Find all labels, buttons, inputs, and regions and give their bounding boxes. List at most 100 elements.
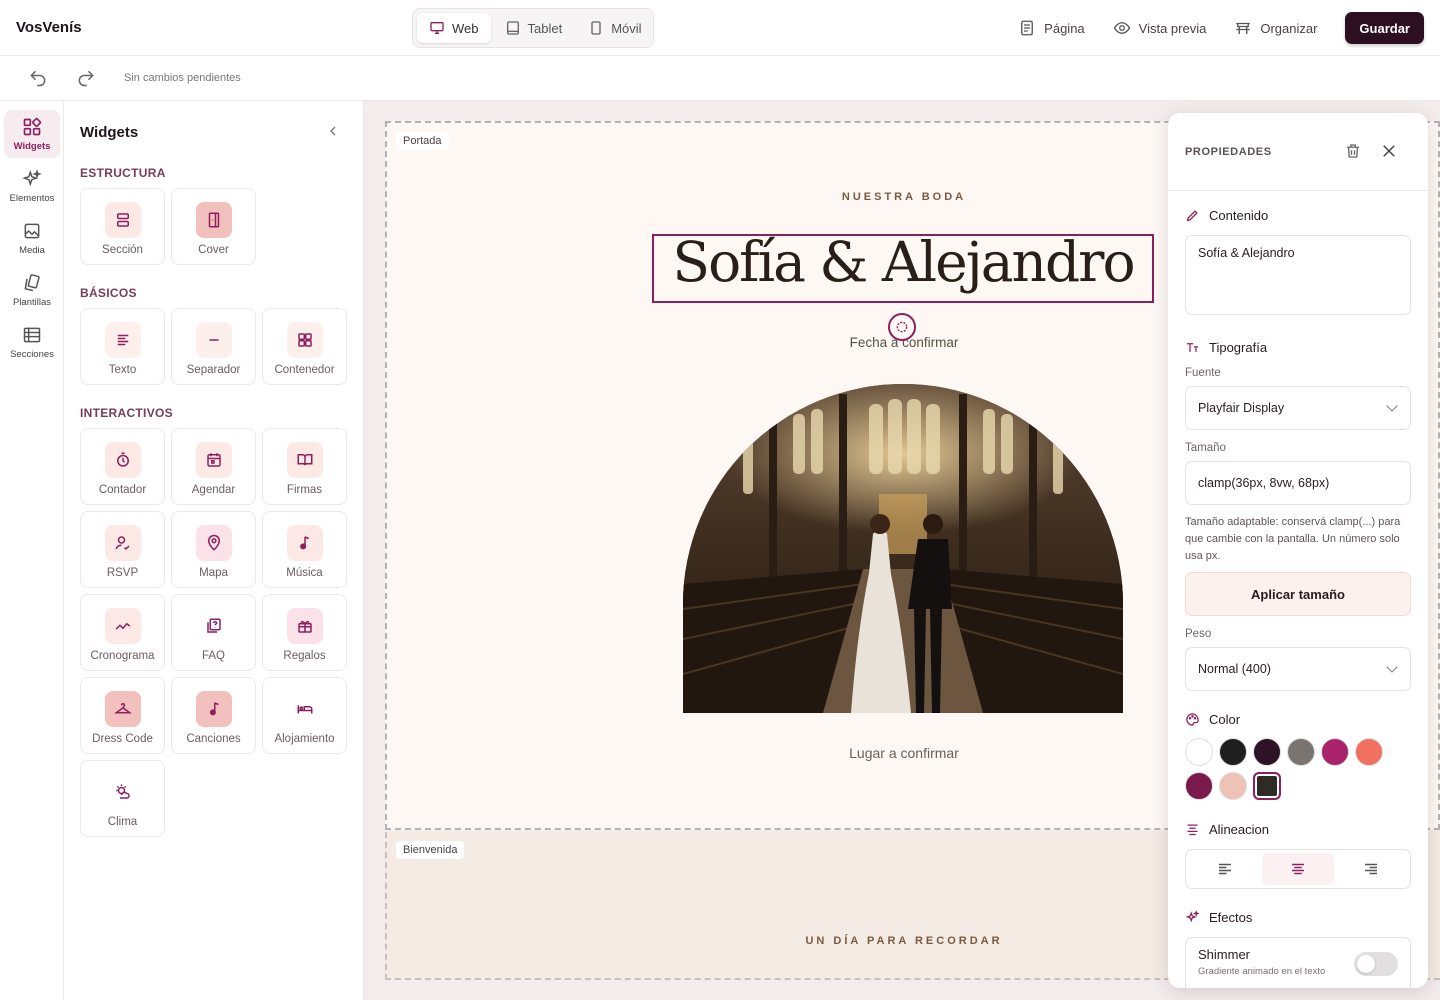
weight-value: Normal (400) xyxy=(1198,662,1271,676)
text-icon xyxy=(104,322,141,358)
font-select[interactable]: Playfair Display xyxy=(1185,386,1411,430)
content-label: Contenido xyxy=(1209,208,1269,223)
widget-mapa[interactable]: Mapa xyxy=(171,511,256,588)
widget-firmas[interactable]: Firmas xyxy=(262,428,347,505)
device-web-button[interactable]: Web xyxy=(417,13,491,43)
widget-label: Alojamiento xyxy=(274,733,335,745)
widget-clima[interactable]: Clima xyxy=(80,760,165,837)
color-swatch[interactable] xyxy=(1185,738,1213,766)
color-swatch[interactable] xyxy=(1253,738,1281,766)
section-tag-bienvenida: Bienvenida xyxy=(396,841,465,859)
device-switcher: Web Tablet Móvil xyxy=(412,8,654,48)
pencil-icon xyxy=(1186,210,1198,222)
widget-label: Cover xyxy=(198,244,229,256)
undo-button[interactable] xyxy=(28,68,48,88)
widget-agendar[interactable]: Agendar xyxy=(171,428,256,505)
align-right-button[interactable] xyxy=(1336,853,1407,885)
widget-canciones[interactable]: Canciones xyxy=(171,677,256,754)
rail-label-widgets: Widgets xyxy=(13,140,51,152)
widget-cronograma[interactable]: Cronograma xyxy=(80,594,165,671)
device-mobile-button[interactable]: Móvil xyxy=(576,13,653,43)
rail-item-plantillas[interactable]: Plantillas xyxy=(4,266,60,314)
color-swatch[interactable] xyxy=(1185,772,1213,800)
widget-musica[interactable]: Música xyxy=(262,511,347,588)
widget-label: Cronograma xyxy=(90,650,155,662)
gift-icon xyxy=(286,608,323,644)
widget-separador[interactable]: Separador xyxy=(171,308,256,385)
top-actions: Página Vista previa Organizar Guardar xyxy=(1018,12,1424,44)
color-swatch[interactable] xyxy=(1355,738,1383,766)
rotate-handle[interactable] xyxy=(888,313,916,341)
redo-icon xyxy=(78,70,94,87)
widget-regalos[interactable]: Regalos xyxy=(262,594,347,671)
left-rail: Widgets Elementos Media Plantillas Secci… xyxy=(0,101,64,1000)
color-swatch[interactable] xyxy=(1219,738,1247,766)
color-label: Color xyxy=(1209,712,1241,727)
widget-label: Firmas xyxy=(286,484,323,496)
organize-button[interactable]: Organizar xyxy=(1234,19,1317,37)
color-swatch[interactable] xyxy=(1253,772,1281,800)
widget-label: Texto xyxy=(108,364,137,376)
divider xyxy=(1168,190,1428,191)
widget-label: FAQ xyxy=(201,650,225,662)
delete-element-button[interactable] xyxy=(1344,142,1362,160)
widget-contador[interactable]: Contador xyxy=(80,428,165,505)
cover-photo[interactable] xyxy=(683,384,1123,713)
music-note-icon xyxy=(286,525,323,561)
save-button[interactable]: Guardar xyxy=(1345,12,1424,44)
color-swatch[interactable] xyxy=(1321,738,1349,766)
color-swatch[interactable] xyxy=(1287,738,1315,766)
collapse-panel-button[interactable] xyxy=(324,123,342,141)
mobile-icon xyxy=(591,21,601,35)
align-left-button[interactable] xyxy=(1189,853,1260,885)
rail-item-media[interactable]: Media xyxy=(4,214,60,262)
widget-seccion[interactable]: Sección xyxy=(80,188,165,265)
widget-contenedor[interactable]: Contenedor xyxy=(262,308,347,385)
page-button-label: Página xyxy=(1044,20,1085,36)
weight-select[interactable]: Normal (400) xyxy=(1185,647,1411,691)
widget-alojamiento[interactable]: Alojamiento xyxy=(262,677,347,754)
apply-size-button[interactable]: Aplicar tamaño xyxy=(1185,572,1411,616)
rail-item-widgets[interactable]: Widgets xyxy=(4,110,60,158)
align-center-icon xyxy=(1291,863,1304,875)
rail-item-secciones[interactable]: Secciones xyxy=(4,318,60,366)
page-button[interactable]: Página xyxy=(1018,19,1085,37)
size-input[interactable]: clamp(36px, 8vw, 68px) xyxy=(1185,461,1411,505)
close-panel-button[interactable] xyxy=(1380,142,1398,160)
widget-rsvp[interactable]: RSVP xyxy=(80,511,165,588)
palette-icon xyxy=(1186,713,1199,726)
preview-button-label: Vista previa xyxy=(1138,20,1207,36)
widget-cover[interactable]: Cover xyxy=(171,188,256,265)
content-textarea[interactable]: Sofía & Alejandro xyxy=(1185,235,1411,315)
redo-button[interactable] xyxy=(76,68,96,88)
content-section-header: Contenido xyxy=(1185,208,1268,223)
rotate-icon xyxy=(896,321,908,333)
color-swatch[interactable] xyxy=(1219,772,1247,800)
rail-label-secciones: Secciones xyxy=(10,348,54,360)
couple-title: Sofía & Alejandro xyxy=(672,234,1135,294)
widget-label: Canciones xyxy=(186,733,241,745)
music-note-icon xyxy=(195,691,232,727)
widget-label: Música xyxy=(286,567,323,579)
bed-icon xyxy=(286,691,323,727)
alignment-group xyxy=(1185,849,1411,889)
selected-title-element[interactable]: Sofía & Alejandro xyxy=(652,234,1154,303)
font-value: Playfair Display xyxy=(1198,401,1285,415)
properties-title: PROPIEDADES xyxy=(1185,146,1272,158)
widget-dress-code[interactable]: Dress Code xyxy=(80,677,165,754)
widget-faq[interactable]: FAQ xyxy=(171,594,256,671)
weather-icon xyxy=(104,774,141,810)
widget-texto[interactable]: Texto xyxy=(80,308,165,385)
align-center-button[interactable] xyxy=(1262,853,1334,885)
sections-icon xyxy=(23,327,41,342)
device-tablet-button[interactable]: Tablet xyxy=(493,13,575,43)
widget-label: Separador xyxy=(186,364,241,376)
align-label: Alineacion xyxy=(1209,822,1269,837)
section-tag-portada: Portada xyxy=(396,132,449,150)
sparkles-icon xyxy=(22,168,42,186)
section-icon xyxy=(104,202,141,238)
preview-button[interactable]: Vista previa xyxy=(1113,19,1207,37)
brand-logo: VosVenís xyxy=(16,19,82,36)
rail-item-elementos[interactable]: Elementos xyxy=(4,162,60,210)
shimmer-toggle[interactable] xyxy=(1354,952,1398,976)
